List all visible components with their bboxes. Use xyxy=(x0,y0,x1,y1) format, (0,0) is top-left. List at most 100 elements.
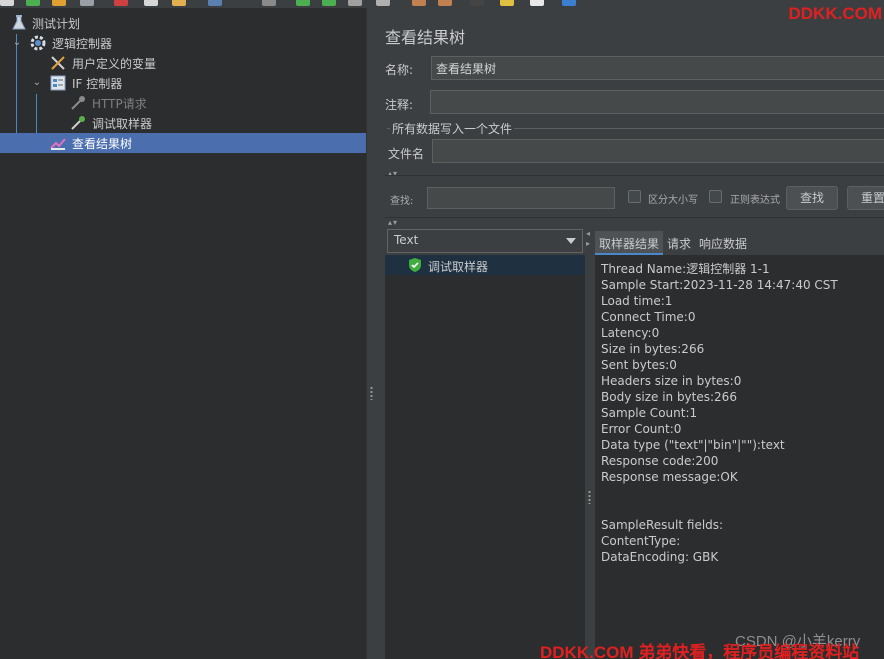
check-shield-icon xyxy=(407,257,423,273)
toggle-icon[interactable] xyxy=(262,0,276,6)
copy-icon[interactable] xyxy=(144,0,158,6)
expand-icon[interactable] xyxy=(208,0,222,6)
chevron-down-icon[interactable]: ⌄ xyxy=(12,38,22,48)
divider xyxy=(385,175,884,176)
collapse-left-icon[interactable]: ◂ xyxy=(586,229,590,238)
if-controller-icon xyxy=(49,74,67,92)
list-item-label: 调试取样器 xyxy=(428,260,489,274)
result-line: Load time:1 xyxy=(601,294,673,308)
tree-item-label: 测试计划 xyxy=(32,16,81,31)
list-item[interactable]: 调试取样器 xyxy=(385,255,585,275)
tree-item-label: 查看结果树 xyxy=(72,136,133,151)
renderer-select-value: Text xyxy=(394,233,419,247)
regex-label: 正则表达式 xyxy=(730,195,780,206)
toolbar xyxy=(0,0,884,8)
clear-icon[interactable] xyxy=(412,0,426,6)
reset-button[interactable]: 重置 xyxy=(847,186,884,210)
paste-icon[interactable] xyxy=(172,0,186,6)
watermark-top: DDKK.COM xyxy=(788,4,883,23)
sample-result-list: 调试取样器 xyxy=(385,255,585,659)
stop-icon[interactable] xyxy=(348,0,362,6)
tab-request[interactable]: 请求 xyxy=(663,231,695,255)
result-line: Headers size in bytes:0 xyxy=(601,374,742,388)
tree-item-if-controller[interactable]: ⌄ IF 控制器 xyxy=(0,73,366,93)
save-icon[interactable] xyxy=(80,0,94,6)
renderer-select[interactable]: Text xyxy=(387,229,583,253)
pipette-icon xyxy=(69,114,87,132)
tree-item-label: HTTP请求 xyxy=(92,96,147,111)
clear-all-icon[interactable] xyxy=(438,0,452,6)
result-line: Response code:200 xyxy=(601,454,719,468)
test-plan-icon xyxy=(10,14,28,32)
result-line: Sent bytes:0 xyxy=(601,358,677,372)
tree-item-label: 调试取样器 xyxy=(92,116,153,131)
cut-icon[interactable] xyxy=(114,0,128,6)
reset-search-icon[interactable] xyxy=(500,0,514,6)
sampler-result-text[interactable]: Thread Name:逻辑控制器 1-1 Sample Start:2023-1… xyxy=(595,255,884,659)
templates-icon[interactable] xyxy=(26,0,40,6)
shutdown-icon[interactable] xyxy=(376,0,390,6)
result-line: Latency:0 xyxy=(601,326,660,340)
new-icon[interactable] xyxy=(0,0,14,6)
gear-icon xyxy=(29,34,47,52)
search-tree-icon[interactable] xyxy=(470,0,484,6)
watermark-bottom: DDKK.COM 弟弟快看，程序员编程资料站 xyxy=(540,643,860,659)
result-line: SampleResult fields: xyxy=(601,518,724,532)
tree-item-label: 逻辑控制器 xyxy=(52,36,113,51)
comment-field[interactable] xyxy=(430,90,884,114)
file-group-label: 所有数据写入一个文件 xyxy=(390,120,515,137)
result-line: Thread Name:逻辑控制器 1-1 xyxy=(601,262,770,276)
start-icon[interactable] xyxy=(296,0,310,6)
result-line: Data type ("text"|"bin"|""):text xyxy=(601,438,785,452)
name-label: 名称: xyxy=(385,63,414,77)
result-line: DataEncoding: GBK xyxy=(601,550,719,564)
result-tabs: 取样器结果 请求 响应数据 xyxy=(595,229,884,255)
tab-sampler-result[interactable]: 取样器结果 xyxy=(595,231,664,255)
main-splitter[interactable] xyxy=(366,8,375,659)
regex-checkbox[interactable] xyxy=(709,190,722,203)
search-label: 查找: xyxy=(390,196,414,207)
open-icon[interactable] xyxy=(52,0,66,6)
tools-icon xyxy=(49,54,67,72)
name-field[interactable]: 查看结果树 xyxy=(431,56,884,80)
function-helper-icon[interactable] xyxy=(530,0,544,6)
tree-item-http-request[interactable]: HTTP请求 xyxy=(0,93,366,113)
result-line xyxy=(601,501,878,517)
result-line: Body size in bytes:266 xyxy=(601,390,737,404)
tab-response-data[interactable]: 响应数据 xyxy=(695,231,751,255)
collapse-arrows-icon[interactable]: ▴▾ xyxy=(388,218,398,227)
chevron-down-icon[interactable] xyxy=(566,238,576,244)
drag-handle-icon[interactable] xyxy=(588,490,591,504)
tree-item-view-results-tree[interactable]: 查看结果树 xyxy=(0,133,366,153)
tree-item-debug-sampler[interactable]: 调试取样器 xyxy=(0,113,366,133)
start-no-pause-icon[interactable] xyxy=(322,0,336,6)
chevron-down-icon[interactable]: ⌄ xyxy=(32,78,42,88)
result-line: ContentType: xyxy=(601,534,681,548)
test-plan-tree: 测试计划 ⌄ 逻辑控制器 用户定义的变量 ⌄ IF 控制器 HTTP请求 调试取… xyxy=(0,8,366,659)
result-line: Error Count:0 xyxy=(601,422,682,436)
filename-label: 文件名 xyxy=(388,147,425,161)
find-button[interactable]: 查找 xyxy=(786,186,838,210)
tree-item-label: IF 控制器 xyxy=(72,76,123,91)
pipette-icon xyxy=(69,94,87,112)
collapse-right-icon[interactable]: ▸ xyxy=(586,239,590,248)
panel-title: 查看结果树 xyxy=(385,28,466,47)
filename-field[interactable] xyxy=(432,139,884,163)
result-line: Sample Count:1 xyxy=(601,406,698,420)
result-line: Connect Time:0 xyxy=(601,310,696,324)
drag-handle-icon[interactable] xyxy=(370,386,373,400)
tree-item-test-plan[interactable]: 测试计划 xyxy=(0,13,366,33)
comment-label: 注释: xyxy=(385,98,414,112)
result-line: Response message:OK xyxy=(601,470,738,484)
case-sensitive-label: 区分大小写 xyxy=(648,195,698,206)
results-splitter[interactable]: ◂ ▸ xyxy=(585,229,594,659)
result-line: Size in bytes:266 xyxy=(601,342,705,356)
collapse-arrows-icon[interactable]: ▴▾ xyxy=(388,169,398,178)
help-icon[interactable] xyxy=(562,0,576,6)
tree-item-logic-controller[interactable]: ⌄ 逻辑控制器 xyxy=(0,33,366,53)
case-sensitive-checkbox[interactable] xyxy=(628,190,641,203)
view-results-tree-panel: 查看结果树 名称: 查看结果树 注释: 所有数据写入一个文件 文件名 ▴▾ 查找… xyxy=(375,8,884,659)
result-line xyxy=(601,485,878,501)
tree-item-user-variables[interactable]: 用户定义的变量 xyxy=(0,53,366,73)
search-input[interactable] xyxy=(427,187,615,209)
